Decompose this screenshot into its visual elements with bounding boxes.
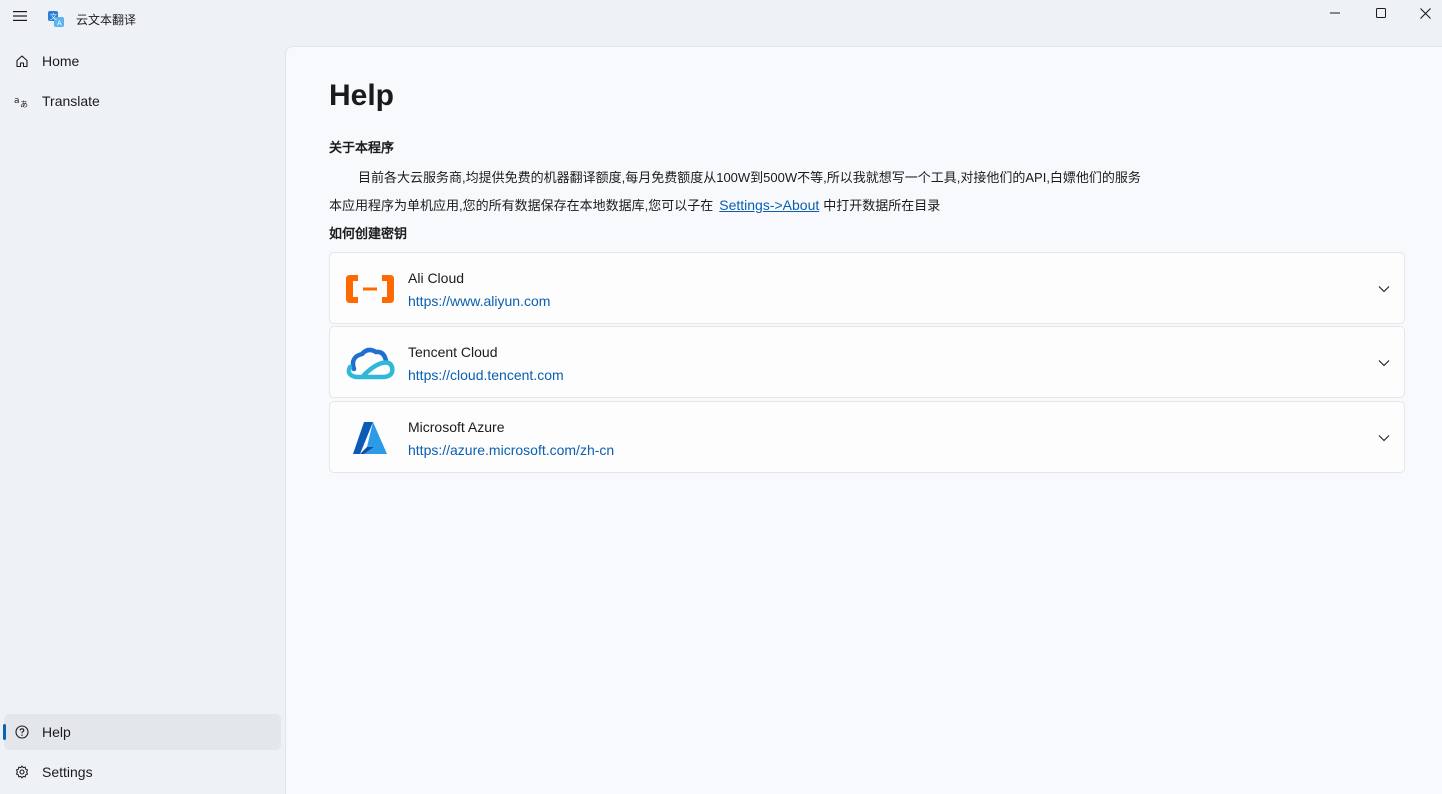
- chevron-down-icon[interactable]: [1376, 355, 1392, 371]
- page-title: Help: [329, 79, 395, 112]
- content-panel: Help 关于本程序 目前各大云服务商,均提供免费的机器翻译额度,每月免费额度从…: [285, 46, 1442, 794]
- provider-url-link[interactable]: https://azure.microsoft.com/zh-cn: [408, 442, 614, 458]
- sidebar-item-label: Home: [42, 53, 80, 69]
- menu-toggle-button[interactable]: [8, 4, 32, 28]
- svg-text:文: 文: [50, 12, 57, 21]
- help-icon: [14, 724, 30, 740]
- close-button[interactable]: [1402, 0, 1442, 26]
- azure-logo-icon: [344, 418, 396, 458]
- minimize-button[interactable]: [1312, 0, 1358, 26]
- provider-url-link[interactable]: https://cloud.tencent.com: [408, 367, 564, 383]
- translate-icon: a あ: [14, 93, 30, 109]
- about-description: 目前各大云服务商,均提供免费的机器翻译额度,每月免费额度从100W到500W不等…: [358, 170, 1141, 185]
- svg-text:A: A: [57, 20, 62, 28]
- hamburger-icon: [13, 11, 27, 21]
- keys-heading: 如何创建密钥: [329, 226, 408, 241]
- app-title: 云文本翻译: [76, 13, 137, 27]
- tencent-cloud-logo-icon: [344, 343, 396, 383]
- selection-indicator: [3, 724, 6, 740]
- sidebar-item-label: Help: [42, 724, 71, 740]
- sidebar-item-home[interactable]: Home: [4, 43, 281, 79]
- sidebar-item-translate[interactable]: a あ Translate: [4, 83, 281, 119]
- maximize-button[interactable]: [1358, 0, 1404, 26]
- provider-name: Microsoft Azure: [408, 419, 505, 435]
- storage-note-text-end: 中打开数据所在目录: [823, 198, 941, 213]
- provider-card-aliyun[interactable]: Ali Cloud https://www.aliyun.com: [329, 252, 1405, 324]
- home-icon: [14, 53, 30, 69]
- aliyun-logo-icon: [344, 269, 396, 309]
- chevron-down-icon[interactable]: [1376, 430, 1392, 446]
- provider-card-azure[interactable]: Microsoft Azure https://azure.microsoft.…: [329, 401, 1405, 473]
- about-storage-note: 本应用程序为单机应用,您的所有数据保存在本地数据库,您可以子在 Settings-…: [329, 195, 940, 214]
- storage-note-text: 本应用程序为单机应用,您的所有数据保存在本地数据库,您可以子在: [329, 198, 714, 213]
- svg-text:a: a: [14, 96, 20, 106]
- sidebar-item-label: Translate: [42, 93, 100, 109]
- sidebar-item-label: Settings: [42, 764, 93, 780]
- about-heading: 关于本程序: [329, 140, 395, 155]
- svg-text:あ: あ: [20, 100, 28, 108]
- settings-about-link[interactable]: Settings->About: [719, 197, 819, 213]
- sidebar-item-settings[interactable]: Settings: [4, 754, 281, 790]
- sidebar-item-help[interactable]: Help: [3, 714, 281, 750]
- chevron-down-icon[interactable]: [1376, 281, 1392, 297]
- provider-name: Tencent Cloud: [408, 344, 498, 360]
- close-icon: [1419, 7, 1431, 19]
- minimize-icon: [1330, 12, 1340, 14]
- provider-card-tencent[interactable]: Tencent Cloud https://cloud.tencent.com: [329, 326, 1405, 398]
- provider-url-link[interactable]: https://www.aliyun.com: [408, 293, 550, 309]
- provider-name: Ali Cloud: [408, 270, 465, 286]
- app-logo-icon: 文 A: [48, 11, 64, 27]
- gear-icon: [14, 764, 30, 780]
- maximize-icon: [1376, 8, 1386, 18]
- title-bar: 文 A 云文本翻译: [0, 0, 1442, 40]
